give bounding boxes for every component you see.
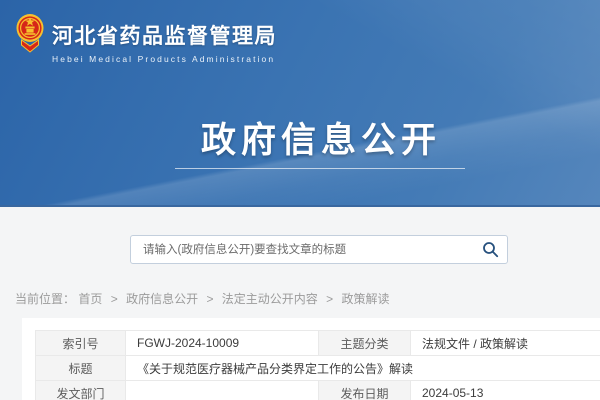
title-value: 《关于规范医疗器械产品分类界定工作的公告》解读 bbox=[126, 356, 600, 381]
breadcrumb-separator: > bbox=[111, 292, 118, 306]
breadcrumb-item-statutory-content[interactable]: 法定主动公开内容 bbox=[222, 292, 318, 306]
breadcrumb-separator: > bbox=[326, 292, 333, 306]
site-brand[interactable]: 河北省药品监督管理局 Hebei Medical Products Admini… bbox=[16, 10, 277, 64]
site-header: 河北省药品监督管理局 Hebei Medical Products Admini… bbox=[0, 0, 600, 207]
index-number-label: 索引号 bbox=[36, 331, 126, 356]
title-label: 标题 bbox=[36, 356, 126, 381]
search-button[interactable] bbox=[473, 236, 507, 263]
publish-date-label: 发布日期 bbox=[319, 381, 411, 400]
topic-category-label: 主题分类 bbox=[319, 331, 411, 356]
issuing-dept-label: 发文部门 bbox=[36, 381, 126, 400]
search-input[interactable] bbox=[131, 236, 473, 263]
breadcrumb-item-home[interactable]: 首页 bbox=[78, 292, 102, 306]
publish-date-value: 2024-05-13 bbox=[411, 381, 600, 400]
breadcrumb-item-policy-interpretation[interactable]: 政策解读 bbox=[342, 292, 390, 306]
index-number-value: FGWJ-2024-10009 bbox=[126, 331, 319, 356]
page: 河北省药品监督管理局 Hebei Medical Products Admini… bbox=[0, 0, 600, 400]
site-brand-text: 河北省药品监督管理局 Hebei Medical Products Admini… bbox=[52, 10, 277, 64]
site-subtitle-en: Hebei Medical Products Administration bbox=[52, 54, 277, 64]
breadcrumb: 当前位置： 首页 > 政府信息公开 > 法定主动公开内容 > 政策解读 bbox=[15, 290, 390, 307]
banner-underline bbox=[175, 168, 465, 169]
content-area: 当前位置： 首页 > 政府信息公开 > 法定主动公开内容 > 政策解读 索引号 … bbox=[0, 209, 600, 400]
issuing-dept-value bbox=[126, 381, 319, 400]
document-info-card: 索引号 FGWJ-2024-10009 主题分类 法规文件 / 政策解读 标题 … bbox=[22, 318, 600, 400]
table-row: 发文部门 发布日期 2024-05-13 bbox=[36, 381, 600, 400]
table-row: 索引号 FGWJ-2024-10009 主题分类 法规文件 / 政策解读 bbox=[36, 331, 600, 356]
table-row: 标题 《关于规范医疗器械产品分类界定工作的公告》解读 bbox=[36, 356, 600, 381]
topic-category-value: 法规文件 / 政策解读 bbox=[411, 331, 600, 356]
china-national-emblem-icon bbox=[16, 10, 44, 56]
breadcrumb-prefix: 当前位置： bbox=[15, 292, 75, 306]
breadcrumb-item-info-disclosure[interactable]: 政府信息公开 bbox=[126, 292, 198, 306]
site-title: 河北省药品监督管理局 bbox=[52, 20, 277, 50]
info-table: 索引号 FGWJ-2024-10009 主题分类 法规文件 / 政策解读 标题 … bbox=[35, 330, 600, 400]
breadcrumb-separator: > bbox=[206, 292, 213, 306]
banner-title: 政府信息公开 bbox=[173, 112, 469, 163]
search-box bbox=[130, 235, 508, 264]
search-icon bbox=[482, 241, 499, 258]
